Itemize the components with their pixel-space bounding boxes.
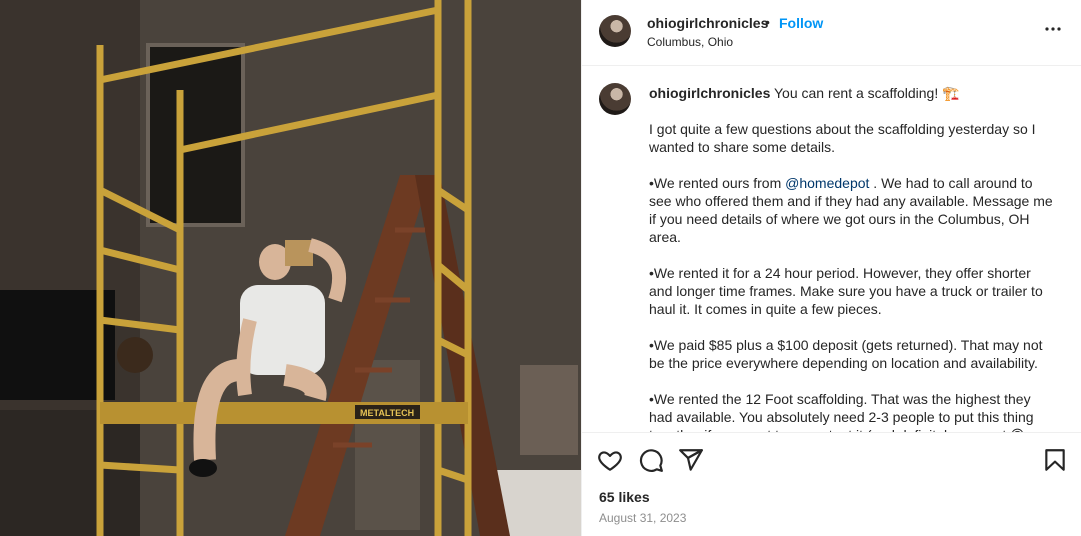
caption-paragraph-4: •We paid $85 plus a $100 deposit (gets r… (649, 337, 1043, 371)
author-avatar[interactable] (599, 15, 631, 47)
caption-author-avatar[interactable] (599, 83, 631, 115)
share-icon[interactable] (678, 447, 704, 473)
caption-paragraph-3: •We rented it for a 24 hour period. Howe… (649, 265, 1043, 317)
follow-button[interactable]: Follow (779, 15, 823, 31)
caption-paragraph-2: •We rented ours from @homedepot . We had… (649, 174, 1054, 246)
post-header: ohiogirlchronicles • Follow Columbus, Oh… (582, 0, 1081, 66)
separator-dot: • (765, 14, 770, 30)
caption-paragraph-1: I got quite a few questions about the sc… (649, 121, 1036, 155)
post-photo[interactable]: METALTECH (0, 0, 581, 536)
likes-count[interactable]: 65 likes (599, 489, 650, 505)
more-options-icon[interactable] (1044, 20, 1062, 38)
photo-illustration: METALTECH (0, 0, 581, 536)
caption-headline: You can rent a scaffolding! 🏗️ (770, 85, 960, 101)
caption-username[interactable]: ohiogirlchronicles (649, 85, 770, 101)
instagram-post: METALTECH ohiogirlchronicles • Follow Co… (0, 0, 1081, 536)
post-location[interactable]: Columbus, Ohio (647, 35, 733, 49)
post-actions: 65 likes August 31, 2023 (582, 432, 1081, 536)
caption-paragraph-5: •We rented the 12 Foot scaffolding. That… (649, 391, 1034, 432)
bookmark-icon[interactable] (1042, 447, 1068, 473)
heart-icon[interactable] (597, 447, 623, 473)
metaltech-logo-text: METALTECH (360, 408, 414, 418)
post-sidebar: ohiogirlchronicles • Follow Columbus, Oh… (581, 0, 1081, 536)
author-username[interactable]: ohiogirlchronicles (647, 15, 768, 31)
caption-text: ohiogirlchronicles You can rent a scaffo… (649, 84, 1054, 432)
post-date[interactable]: August 31, 2023 (599, 511, 686, 525)
post-caption: ohiogirlchronicles You can rent a scaffo… (582, 67, 1081, 432)
caption-p2-start: •We rented ours from (649, 175, 786, 191)
comment-icon[interactable] (638, 447, 664, 473)
mention-link[interactable]: @homedepot (785, 175, 869, 191)
